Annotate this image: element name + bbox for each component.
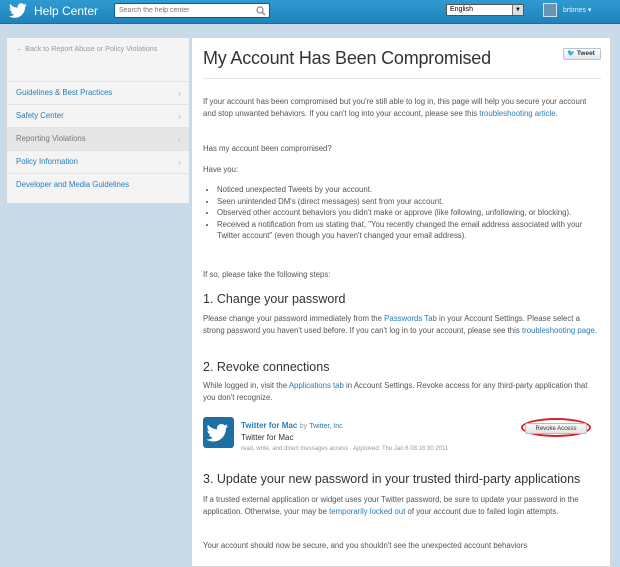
top-navigation-bar: Help Center English ▼ brtimes ▾ (0, 0, 620, 24)
chevron-right-icon: › (178, 88, 181, 98)
step2-paragraph: While logged in, visit the Applications … (203, 381, 588, 402)
symptom-list: Noticed unexpected Tweets by your accoun… (203, 184, 605, 242)
avatar[interactable] (543, 3, 557, 17)
intro-paragraph: If your account has been compromised but… (203, 97, 587, 118)
search-box[interactable] (114, 3, 270, 18)
page-title: My Account Has Been Compromised (203, 48, 491, 68)
have-you-text: Have you: (203, 165, 239, 174)
app-permissions: read, write, and direct messages access … (241, 446, 449, 452)
step1-paragraph: Please change your password immediately … (203, 314, 597, 335)
chevron-down-icon[interactable]: ▼ (512, 5, 523, 15)
question-text: Has my account been compromised? (203, 144, 332, 153)
troubleshooting-page-link[interactable]: troubleshooting page (522, 326, 595, 335)
sidebar-item-developer-media[interactable]: Developer and Media Guidelines (7, 173, 189, 196)
sidebar: ← Back to Report Abuse or Policy Violati… (6, 37, 190, 204)
step3-heading: 3. Update your new password in your trus… (203, 472, 581, 486)
passwords-tab-link[interactable]: Passwords Tab (384, 314, 437, 323)
temporarily-locked-out-link[interactable]: temporarily locked out (329, 507, 405, 516)
twitter-bird-icon: 🐦 (567, 50, 576, 57)
if-so-text: If so, please take the following steps: (203, 270, 331, 279)
revoke-access-button[interactable]: Revoke Access (525, 423, 587, 434)
app-name[interactable]: Twitter for Mac by Twitter, Inc (241, 421, 343, 430)
sidebar-item-label: Reporting Violations (16, 134, 86, 143)
sidebar-item-guidelines[interactable]: Guidelines & Best Practices › (7, 81, 189, 104)
app-developer-link[interactable]: Twitter, Inc (309, 423, 342, 430)
step3-paragraph: If a trusted external application or wid… (203, 495, 579, 516)
search-icon[interactable] (256, 6, 266, 16)
search-input[interactable] (115, 4, 255, 17)
troubleshooting-article-link[interactable]: troubleshooting article (479, 109, 555, 118)
app-icon (203, 417, 234, 448)
chevron-right-icon: › (178, 111, 181, 121)
twitter-bird-icon[interactable] (8, 3, 28, 19)
language-value: English (450, 6, 473, 13)
list-item: Observed other account behaviors you did… (217, 207, 605, 219)
app-subtitle: Twitter for Mac (241, 433, 294, 442)
back-link[interactable]: ← Back to Report Abuse or Policy Violati… (16, 43, 184, 54)
list-item: Seen unintended DM's (direct messages) s… (217, 196, 605, 208)
closing-paragraph: Your account should now be secure, and y… (203, 541, 528, 550)
help-center-brand[interactable]: Help Center (34, 4, 98, 18)
step1-heading: 1. Change your password (203, 292, 346, 306)
list-item: Received a notification from us stating … (217, 219, 605, 242)
twitter-bird-icon (206, 424, 229, 442)
list-item: Noticed unexpected Tweets by your accoun… (217, 184, 605, 196)
sidebar-item-label: Policy Information (16, 157, 78, 166)
chevron-left-icon: ‹ (178, 134, 181, 144)
divider (203, 78, 601, 79)
tweet-button[interactable]: 🐦 Tweet (563, 48, 601, 60)
applications-tab-link[interactable]: Applications tab (289, 381, 344, 390)
sidebar-item-label: Safety Center (16, 111, 64, 120)
chevron-right-icon: › (178, 157, 181, 167)
username[interactable]: brtimes ▾ (563, 6, 591, 14)
sidebar-item-label: Guidelines & Best Practices (16, 88, 113, 97)
sidebar-item-safety-center[interactable]: Safety Center › (7, 104, 189, 127)
sidebar-item-reporting-violations[interactable]: Reporting Violations ‹ (7, 127, 189, 150)
step2-heading: 2. Revoke connections (203, 360, 330, 374)
article-panel: 🐦 Tweet My Account Has Been Compromised … (191, 37, 611, 567)
connected-app-card: Twitter for Mac by Twitter, Inc Twitter … (203, 414, 601, 462)
sidebar-item-label: Developer and Media Guidelines (16, 180, 130, 189)
language-select[interactable]: English ▼ (446, 4, 524, 16)
sidebar-item-policy-information[interactable]: Policy Information › (7, 150, 189, 173)
